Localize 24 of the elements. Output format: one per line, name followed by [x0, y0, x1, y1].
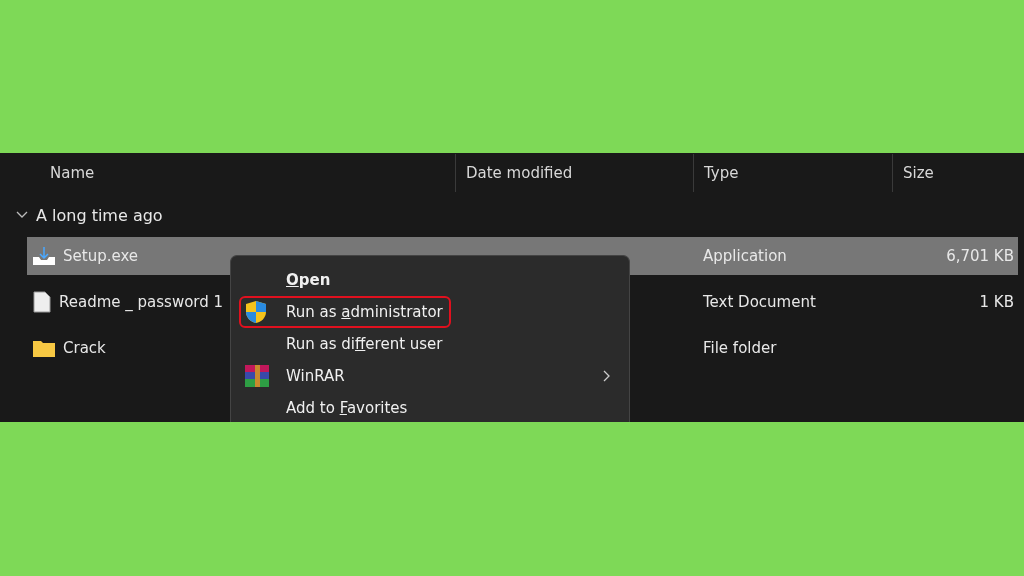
menu-item[interactable]: WinRAR: [286, 367, 345, 385]
file-size: 6,701 KB: [946, 247, 1015, 265]
file-name: Setup.exe: [63, 247, 139, 265]
menu-item[interactable]: Run as different user: [286, 335, 443, 353]
file-size: 1 KB: [979, 293, 1015, 311]
folder-icon: [33, 339, 55, 357]
column-header[interactable]: Size: [903, 164, 934, 182]
group-label: A long time ago: [36, 205, 163, 225]
file-name: Readme _ password 1: [59, 293, 224, 311]
download-icon: [33, 247, 55, 265]
menu-item[interactable]: Add to Favorites: [286, 399, 408, 417]
archive-books-icon: [245, 365, 269, 387]
column-header[interactable]: Type: [704, 164, 739, 182]
chevron-down-icon[interactable]: [16, 211, 28, 219]
file-name: Crack: [63, 339, 106, 357]
shield-icon: [245, 300, 267, 324]
column-header[interactable]: Date modified: [466, 164, 573, 182]
file-type: Application: [702, 247, 788, 265]
document-icon: [33, 291, 51, 313]
menu-item[interactable]: Run as administrator: [286, 303, 443, 321]
file-type: Text Document: [702, 293, 817, 311]
column-header[interactable]: Name: [50, 164, 95, 182]
file-type: File folder: [702, 339, 778, 357]
menu-item[interactable]: Open: [286, 271, 331, 289]
